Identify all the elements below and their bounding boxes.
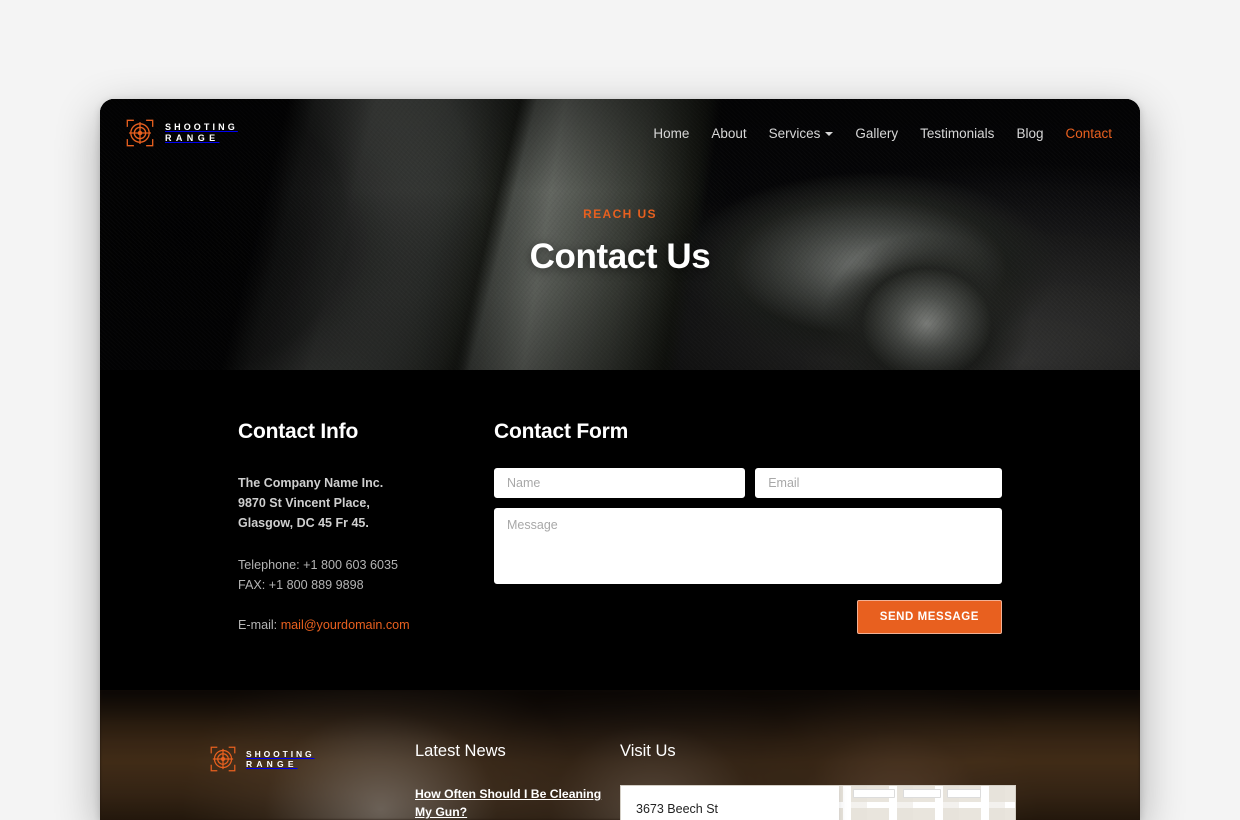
crosshair-target-icon xyxy=(126,119,154,147)
brand-logo[interactable]: SHOOTING RANGE xyxy=(126,119,238,147)
hero-copy: REACH US Contact Us xyxy=(100,207,1140,277)
footer-map-column: Visit Us 3673 Beech St View larger map xyxy=(620,742,1140,820)
brand-wordmark: SHOOTING RANGE xyxy=(165,123,238,143)
nav-item-blog[interactable]: Blog xyxy=(1016,126,1043,141)
fax-text: FAX: +1 800 889 9898 xyxy=(238,578,364,593)
nav-item-home[interactable]: Home xyxy=(653,126,689,141)
nav-label: Services xyxy=(768,125,821,141)
footer-brand-line-1: SHOOTING xyxy=(246,748,315,759)
crosshair-target-icon xyxy=(210,746,236,772)
nav-label: Contact xyxy=(1065,125,1112,141)
map-info-card: 3673 Beech St View larger map xyxy=(621,786,839,820)
email-input[interactable] xyxy=(755,468,1002,498)
chevron-down-icon xyxy=(825,132,834,136)
visit-us-heading: Visit Us xyxy=(620,742,676,760)
send-message-button[interactable]: SEND MESSAGE xyxy=(856,600,1002,634)
footer-wordmark: SHOOTING RANGE xyxy=(246,748,315,769)
brand-line-2: RANGE xyxy=(165,133,220,143)
email-link[interactable]: mail@yourdomain.com xyxy=(281,618,410,632)
email-label: E-mail: xyxy=(238,617,281,632)
nav-item-about[interactable]: About xyxy=(711,126,746,141)
contact-info-heading: Contact Info xyxy=(238,420,359,443)
hero-banner: SHOOTING RANGE Home About Services Galle… xyxy=(100,99,1140,370)
contact-section: Contact Info The Company Name Inc. 9870 … xyxy=(100,370,1140,690)
address-line: Glasgow, DC 45 Fr 45. xyxy=(238,515,369,530)
form-actions: SEND MESSAGE xyxy=(494,600,1002,634)
site-header: SHOOTING RANGE Home About Services Galle… xyxy=(100,99,1140,167)
map-control-chip xyxy=(853,789,895,798)
telephone-text: Telephone: +1 800 603 6035 xyxy=(238,558,399,573)
contact-form-column: Contact Form SEND MESSAGE xyxy=(494,420,1002,634)
company-address: The Company Name Inc. 9870 St Vincent Pl… xyxy=(238,474,428,533)
latest-news-heading: Latest News xyxy=(415,742,506,760)
browser-page-frame: SHOOTING RANGE Home About Services Galle… xyxy=(100,99,1140,820)
nav-item-contact[interactable]: Contact xyxy=(1065,126,1112,141)
nav-label: About xyxy=(711,125,747,141)
map-control-chip xyxy=(947,789,981,798)
contact-form: SEND MESSAGE xyxy=(494,468,1002,634)
form-row-name-email xyxy=(494,468,1002,498)
main-navigation: Home About Services Gallery Testimonials… xyxy=(653,126,1112,141)
address-line: 9870 St Vincent Place, xyxy=(238,495,370,510)
contact-info-column: Contact Info The Company Name Inc. 9870 … xyxy=(238,420,428,634)
page-title: Contact Us xyxy=(529,237,711,276)
nav-label: Blog xyxy=(1016,125,1044,141)
footer-brand-column: SHOOTING RANGE xyxy=(210,742,415,820)
message-textarea[interactable] xyxy=(494,508,1002,584)
name-input[interactable] xyxy=(494,468,746,498)
map-address-text: 3673 Beech St xyxy=(636,802,719,816)
phone-block: Telephone: +1 800 603 6035 FAX: +1 800 8… xyxy=(238,555,428,595)
google-map-embed[interactable]: 3673 Beech St View larger map xyxy=(620,785,1016,820)
footer-brand-line-2: RANGE xyxy=(246,759,298,769)
address-line: The Company Name Inc. xyxy=(238,476,384,490)
footer-news-column: Latest News How Often Should I Be Cleani… xyxy=(415,742,620,820)
footer-brand-logo[interactable]: SHOOTING RANGE xyxy=(210,746,415,772)
email-block: E-mail: mail@yourdomain.com xyxy=(238,618,428,632)
contact-form-heading: Contact Form xyxy=(494,420,629,443)
nav-label: Testimonials xyxy=(920,125,995,141)
nav-item-services[interactable]: Services xyxy=(769,126,834,141)
site-footer: SHOOTING RANGE Latest News How Often Sho… xyxy=(100,690,1140,820)
hero-eyebrow: REACH US xyxy=(583,207,657,221)
news-item-link[interactable]: How Often Should I Be Cleaning My Gun? xyxy=(415,787,601,819)
nav-label: Home xyxy=(653,125,690,141)
nav-label: Gallery xyxy=(855,125,899,141)
nav-item-gallery[interactable]: Gallery xyxy=(855,126,898,141)
nav-item-testimonials[interactable]: Testimonials xyxy=(920,126,994,141)
map-control-chip xyxy=(903,789,941,798)
brand-line-1: SHOOTING xyxy=(165,122,238,132)
